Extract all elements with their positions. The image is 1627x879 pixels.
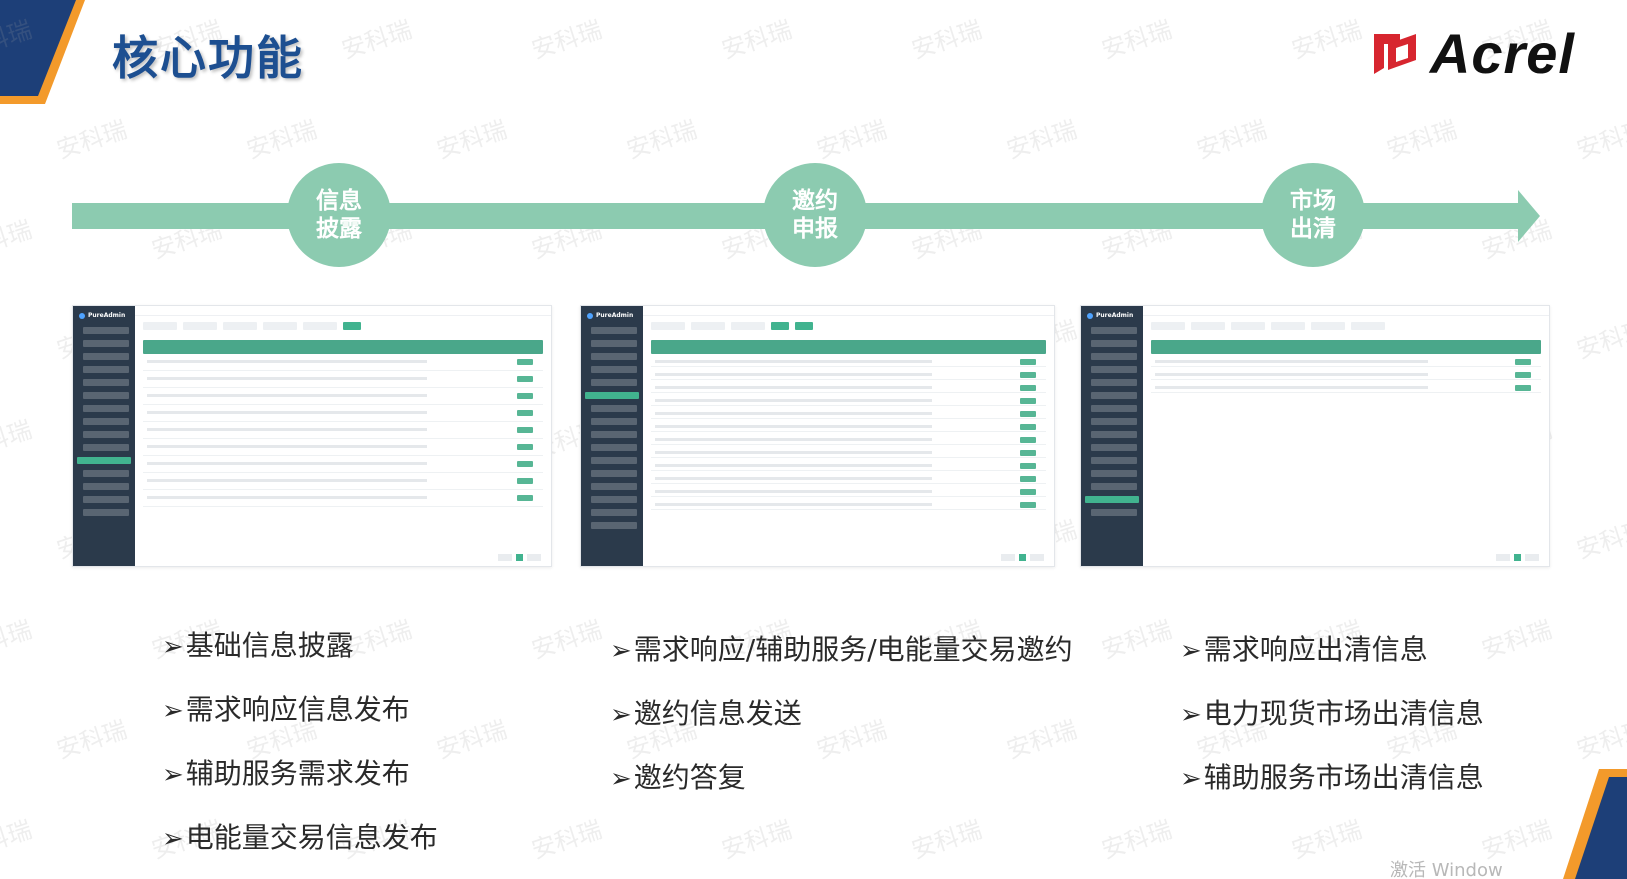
stage-label: 信息 披露 (316, 188, 362, 242)
bullet-arrow-icon: ➢ (162, 632, 184, 662)
watermark-text: 安科瑞 (908, 15, 986, 65)
watermark-text: 安科瑞 (433, 715, 511, 765)
bullet-item: ➢电能量交易信息发布 (162, 821, 438, 854)
screenshot-invitation: PureAdmin (580, 305, 1055, 567)
watermark-text: 安科瑞 (0, 615, 36, 665)
logo-text: Acrel (1429, 22, 1575, 85)
watermark-text: 安科瑞 (53, 715, 131, 765)
screenshot-sidebar: PureAdmin (581, 306, 643, 566)
bullet-item: ➢电力现货市场出清信息 (1180, 697, 1484, 730)
bullet-arrow-icon: ➢ (1180, 636, 1202, 666)
bullet-item: ➢辅助服务需求发布 (162, 757, 410, 790)
watermark-text: 安科瑞 (338, 15, 416, 65)
bullet-item: ➢辅助服务市场出清信息 (1180, 761, 1484, 794)
bullet-item: ➢邀约答复 (610, 761, 746, 794)
watermark-text: 安科瑞 (1098, 815, 1176, 865)
watermark-text: 安科瑞 (623, 115, 701, 165)
corner-decoration-top-left (0, 0, 85, 104)
watermark-text: 安科瑞 (0, 815, 36, 865)
acrel-logo-mark-icon (1373, 34, 1416, 74)
app-name: PureAdmin (88, 312, 126, 319)
watermark-text: 安科瑞 (1573, 515, 1627, 565)
watermark-text: 安科瑞 (528, 815, 606, 865)
stage-market-clearing: 市场 出清 (1261, 163, 1365, 267)
app-name: PureAdmin (596, 312, 634, 319)
watermark-text: 安科瑞 (433, 115, 511, 165)
watermark-text: 安科瑞 (1288, 15, 1366, 65)
bullet-item: ➢邀约信息发送 (610, 697, 802, 730)
screenshot-main (1143, 306, 1549, 566)
watermark-text: 安科瑞 (1193, 115, 1271, 165)
watermark-text: 安科瑞 (813, 115, 891, 165)
page-title: 核心功能 (112, 31, 304, 85)
bullet-arrow-icon: ➢ (610, 700, 632, 730)
stage-label: 市场 出清 (1290, 188, 1336, 242)
bullet-arrow-icon: ➢ (610, 636, 632, 666)
process-arrow-head (1518, 190, 1540, 242)
screenshot-sidebar: PureAdmin (73, 306, 135, 566)
screenshot-info-disclosure: PureAdmin (72, 305, 552, 567)
watermark-text: 安科瑞 (53, 115, 131, 165)
acrel-logo: Acrel (1370, 26, 1575, 82)
bullet-arrow-icon: ➢ (1180, 764, 1202, 794)
watermark-text: 安科瑞 (1573, 115, 1627, 165)
screenshot-clearing: PureAdmin (1080, 305, 1550, 567)
screenshot-main (135, 306, 551, 566)
bullet-arrow-icon: ➢ (162, 696, 184, 726)
screenshot-sidebar: PureAdmin (1081, 306, 1143, 566)
bullet-item: ➢需求响应信息发布 (162, 693, 410, 726)
bullet-item: ➢需求响应/辅助服务/电能量交易邀约 (610, 633, 1073, 666)
watermark-text: 安科瑞 (1478, 615, 1556, 665)
bullet-arrow-icon: ➢ (162, 824, 184, 854)
stage-invitation-declaration: 邀约 申报 (763, 163, 867, 267)
watermark-text: 安科瑞 (1573, 315, 1627, 365)
stage-label: 邀约 申报 (792, 188, 838, 242)
watermark-text: 安科瑞 (0, 215, 36, 265)
watermark-text: 安科瑞 (718, 15, 796, 65)
watermark-text: 安科瑞 (243, 115, 321, 165)
corner-decoration-bottom-right (1563, 769, 1627, 879)
bullet-item: ➢基础信息披露 (162, 629, 354, 662)
bullet-list-clearing: ➢需求响应出清信息 ➢电力现货市场出清信息 ➢辅助服务市场出清信息 (1180, 630, 1484, 822)
bullet-arrow-icon: ➢ (1180, 700, 1202, 730)
watermark-text: 安科瑞 (1383, 115, 1461, 165)
os-activation-overlay: 激活 Window (1390, 860, 1503, 879)
bullet-list-disclosure: ➢基础信息披露 ➢需求响应信息发布 ➢辅助服务需求发布 ➢电能量交易信息发布 (162, 626, 438, 879)
bullet-list-invitation: ➢需求响应/辅助服务/电能量交易邀约 ➢邀约信息发送 ➢邀约答复 (610, 630, 1073, 822)
watermark-text: 安科瑞 (0, 415, 36, 465)
watermark-text: 安科瑞 (528, 15, 606, 65)
watermark-text: 安科瑞 (1098, 615, 1176, 665)
stage-info-disclosure: 信息 披露 (287, 163, 391, 267)
watermark-text: 安科瑞 (1003, 115, 1081, 165)
watermark-text: 安科瑞 (528, 615, 606, 665)
bullet-arrow-icon: ➢ (610, 764, 632, 794)
app-name: PureAdmin (1096, 312, 1134, 319)
screenshot-main (643, 306, 1054, 566)
bullet-arrow-icon: ➢ (162, 760, 184, 790)
watermark-text: 安科瑞 (1573, 715, 1627, 765)
watermark-text: 安科瑞 (1098, 15, 1176, 65)
bullet-item: ➢需求响应出清信息 (1180, 633, 1428, 666)
